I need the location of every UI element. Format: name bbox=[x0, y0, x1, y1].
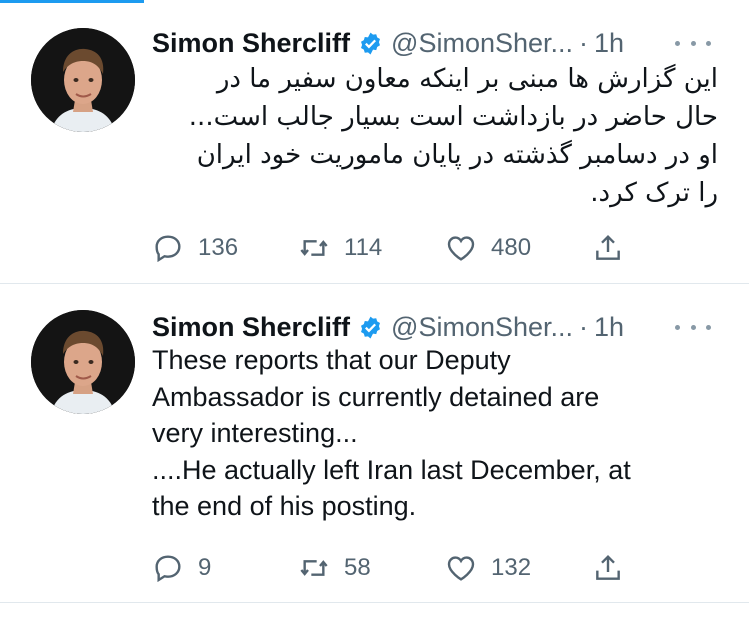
timestamp[interactable]: 1h bbox=[594, 312, 624, 343]
retweet-count: 114 bbox=[344, 234, 383, 261]
verified-badge-icon bbox=[361, 32, 381, 54]
reply-icon bbox=[155, 555, 181, 583]
tweet-actions: 136 114 480 bbox=[152, 230, 632, 266]
separator-dot: · bbox=[579, 27, 589, 58]
retweet-button[interactable]: 114 bbox=[298, 232, 382, 264]
like-button[interactable]: 480 bbox=[445, 232, 531, 264]
like-button[interactable]: 132 bbox=[445, 552, 531, 584]
more-icon[interactable] bbox=[675, 322, 711, 332]
retweet-icon bbox=[300, 560, 328, 576]
timestamp[interactable]: 1h bbox=[594, 28, 624, 59]
like-icon bbox=[447, 556, 475, 581]
share-icon bbox=[596, 554, 620, 580]
tweet-actions: 9 58 132 bbox=[152, 550, 632, 586]
avatar[interactable] bbox=[31, 28, 135, 132]
reply-button[interactable]: 136 bbox=[152, 232, 238, 264]
like-count: 132 bbox=[491, 554, 532, 581]
handle[interactable]: @SimonSher... bbox=[391, 28, 573, 59]
like-count: 480 bbox=[491, 234, 532, 261]
display-name[interactable]: Simon Shercliff bbox=[152, 312, 350, 343]
reply-count: 136 bbox=[198, 234, 239, 261]
tweet-1[interactable]: Simon Shercliff @SimonSher... · 1h این گ… bbox=[0, 0, 749, 283]
tweet-text: این گزارش ها مبنی بر اینکه معاون سفیر ما… bbox=[188, 64, 718, 208]
share-button[interactable] bbox=[592, 232, 624, 264]
display-name[interactable]: Simon Shercliff bbox=[152, 28, 350, 59]
avatar[interactable] bbox=[31, 310, 135, 414]
handle[interactable]: @SimonSher... bbox=[391, 312, 573, 343]
reply-button[interactable]: 9 bbox=[152, 552, 211, 584]
tweet-2[interactable]: Simon Shercliff @SimonSher... · 1h These… bbox=[0, 284, 749, 602]
reply-icon bbox=[155, 235, 181, 263]
share-icon bbox=[596, 234, 620, 260]
retweet-icon bbox=[300, 240, 328, 256]
like-icon bbox=[447, 236, 475, 261]
retweet-button[interactable]: 58 bbox=[298, 552, 371, 584]
separator-dot: · bbox=[579, 311, 589, 342]
more-icon[interactable] bbox=[675, 38, 711, 48]
divider bbox=[0, 602, 749, 603]
verified-badge-icon bbox=[361, 316, 381, 338]
tweet-text: These reports that our Deputy Ambassador… bbox=[152, 345, 631, 521]
share-button[interactable] bbox=[592, 552, 624, 584]
tweet-header: Simon Shercliff @SimonSher... · 1h bbox=[152, 25, 624, 61]
tweet-header: Simon Shercliff @SimonSher... · 1h bbox=[152, 309, 624, 345]
retweet-count: 58 bbox=[344, 554, 371, 581]
reply-count: 9 bbox=[198, 554, 212, 581]
